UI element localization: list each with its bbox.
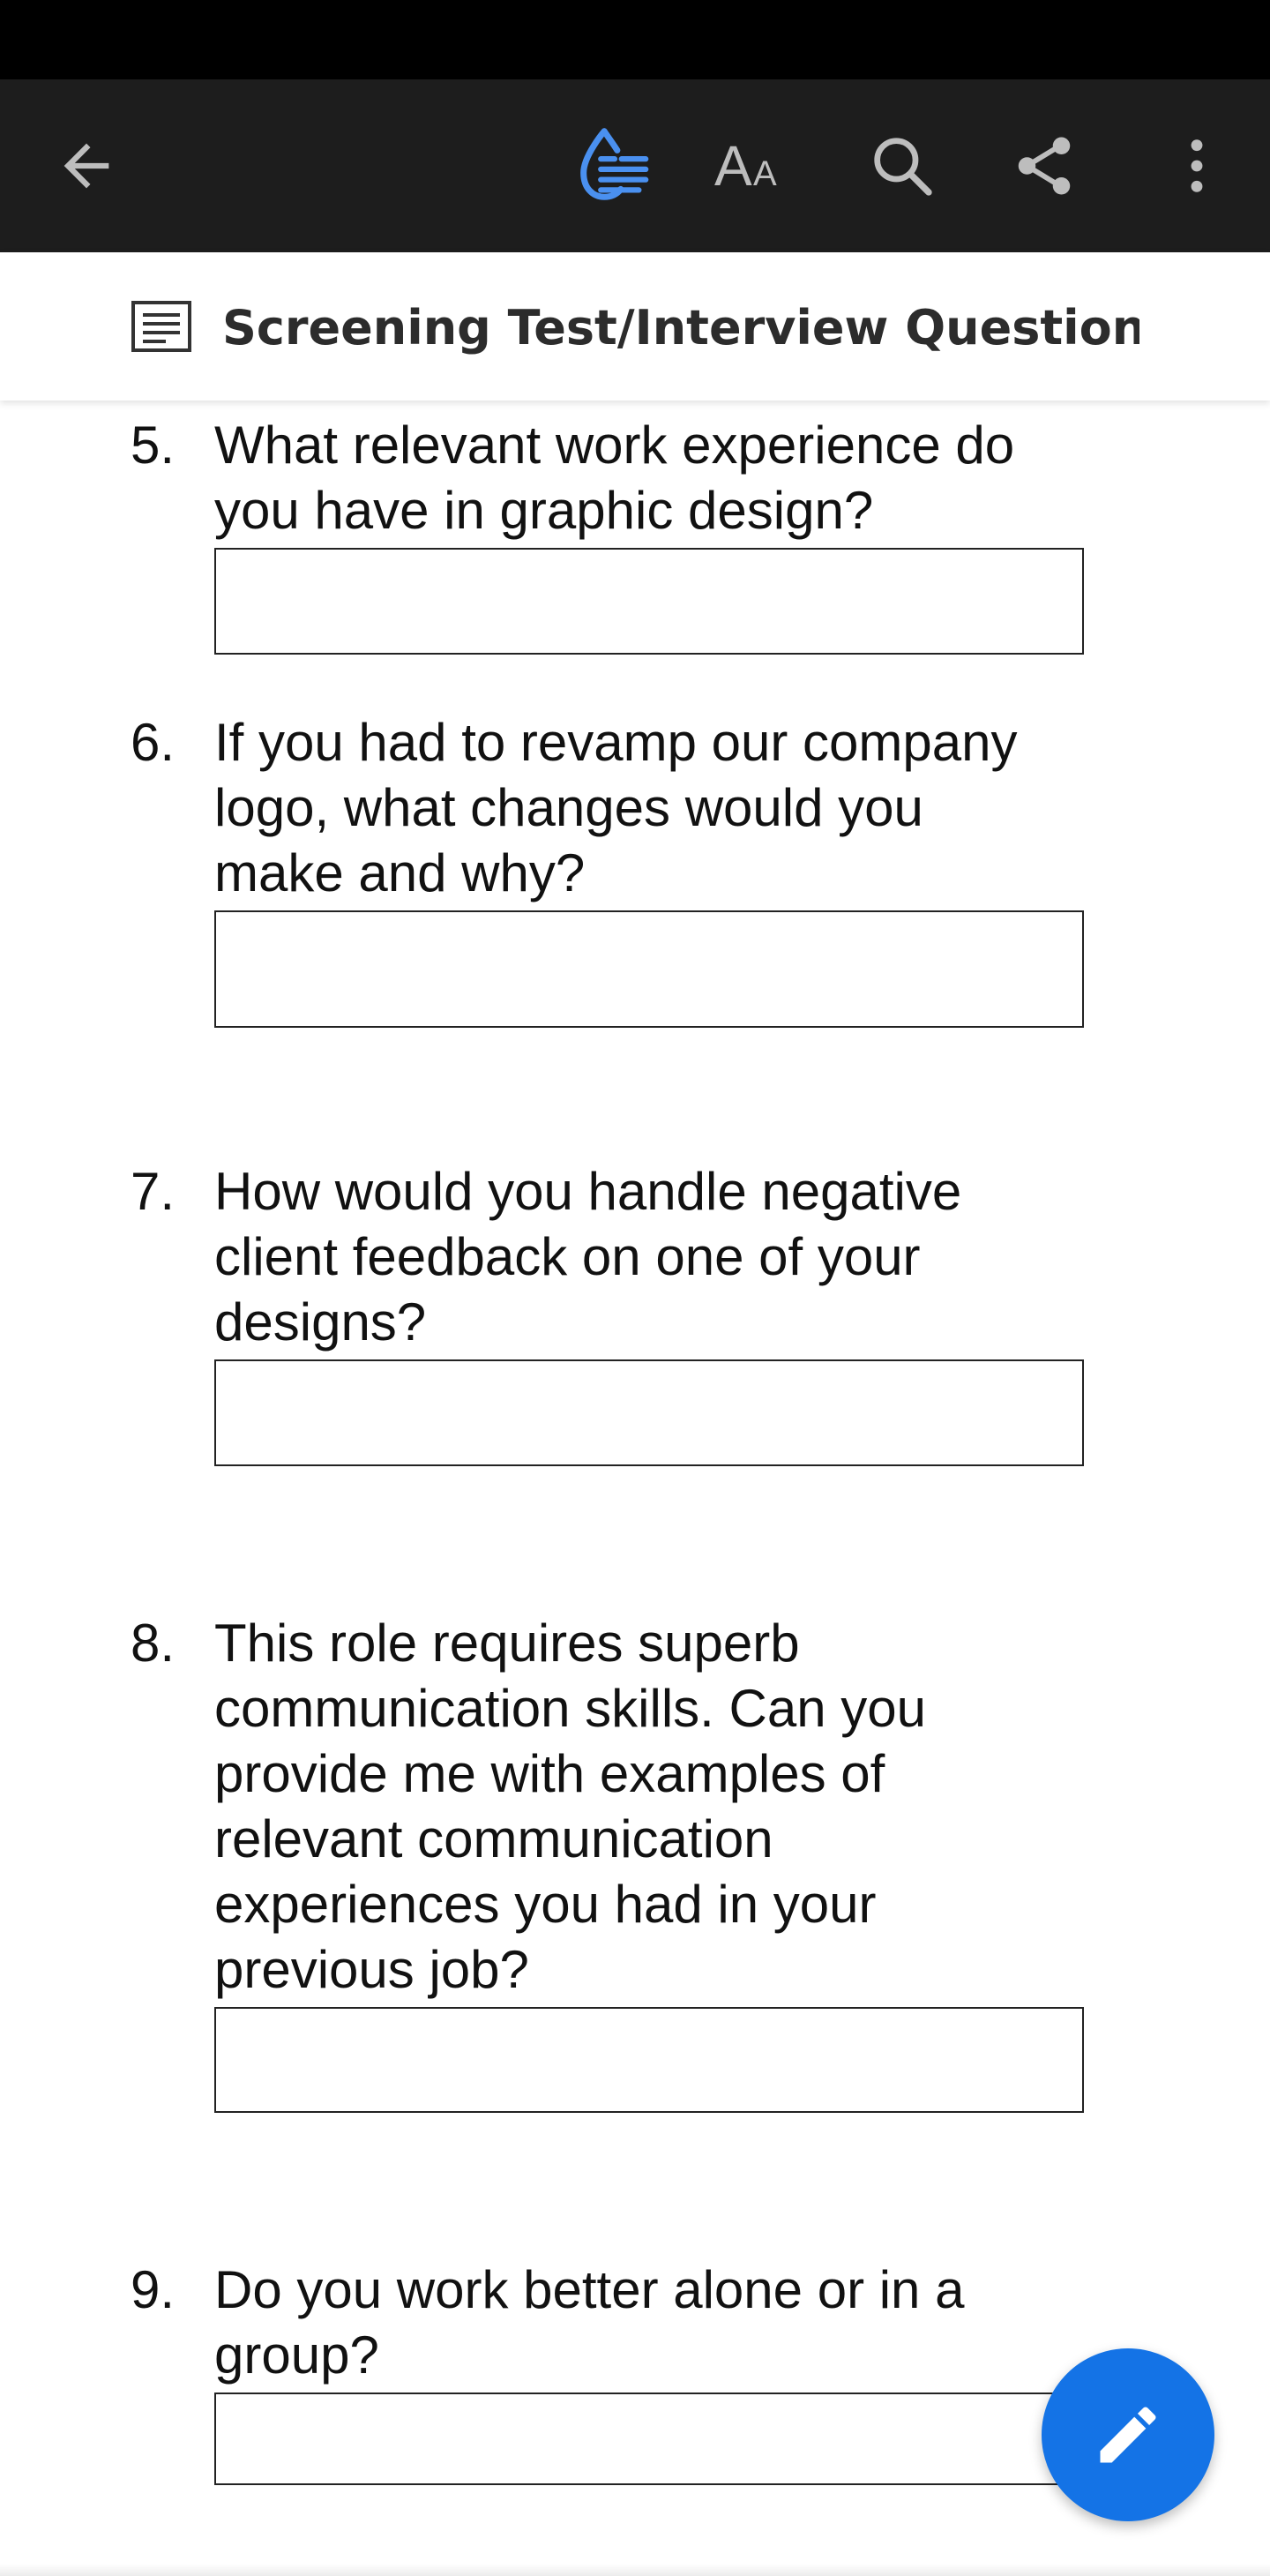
status-bar (0, 0, 1270, 79)
question-line: you have in graphic design? (214, 481, 874, 540)
question-line: client feedback on one of your (214, 1227, 921, 1286)
question-line: group? (214, 2325, 379, 2385)
liquid-mode-button[interactable] (563, 117, 660, 214)
question-line: This role requires superb (214, 1614, 800, 1673)
top-toolbar: A A (0, 79, 1270, 252)
question-text: Do you work better alone or in a group? (214, 2258, 1079, 2388)
share-icon (1018, 137, 1071, 195)
svg-text:A: A (714, 134, 752, 198)
question-line: relevant communication (214, 1809, 773, 1868)
question-line: What relevant work experience do (214, 416, 1015, 475)
svg-text:A: A (753, 154, 777, 193)
question-number: 9. (131, 2260, 176, 2319)
document-header: Screening Test/Interview Questions f... (0, 252, 1270, 401)
answer-field[interactable] (214, 1359, 1084, 1466)
question-line: provide me with examples of (214, 1744, 885, 1803)
search-button[interactable] (854, 117, 951, 214)
more-vertical-icon (1191, 139, 1203, 192)
question-line: previous job? (214, 1940, 529, 1999)
question-text: If you had to revamp our company logo, w… (214, 710, 1079, 906)
question-text: What relevant work experience do you hav… (214, 413, 1079, 543)
document-outline-icon (131, 301, 191, 352)
question-line: communication skills. Can you (214, 1679, 926, 1738)
question-text: This role requires superb communication … (214, 1611, 1079, 2003)
question-number: 6. (131, 713, 176, 772)
more-options-button[interactable] (1148, 117, 1245, 214)
question-number: 7. (131, 1162, 176, 1221)
share-button[interactable] (996, 117, 1093, 214)
question-text: How would you handle negative client fee… (214, 1159, 1079, 1355)
question-number: 8. (131, 1614, 176, 1673)
question-line: How would you handle negative (214, 1162, 962, 1221)
text-size-icon: A A (714, 134, 777, 198)
edit-fab-button[interactable] (1042, 2348, 1214, 2521)
question-line: experiences you had in your (214, 1875, 877, 1934)
back-button[interactable] (38, 117, 135, 214)
question-line: logo, what changes would you (214, 778, 923, 837)
arrow-left-icon (64, 143, 109, 189)
question-line: designs? (214, 1292, 427, 1352)
text-size-button[interactable]: A A (704, 117, 801, 214)
document-title[interactable]: Screening Test/Interview Questions f... (222, 295, 1139, 362)
pencil-edit-icon (1100, 2407, 1156, 2463)
answer-field[interactable] (214, 2007, 1084, 2113)
answer-field[interactable] (214, 910, 1084, 1028)
liquid-mode-icon (580, 128, 649, 200)
answer-field[interactable] (214, 2393, 1084, 2485)
question-line: Do you work better alone or in a (214, 2260, 965, 2319)
question-number: 5. (131, 416, 176, 475)
document-content: 5. What relevant work experience do you … (0, 401, 1270, 2576)
question-line: make and why? (214, 843, 586, 902)
question-line: If you had to revamp our company (214, 713, 1018, 772)
bottom-edge-shadow (0, 2564, 1270, 2576)
search-icon (874, 138, 932, 196)
answer-field[interactable] (214, 548, 1084, 655)
